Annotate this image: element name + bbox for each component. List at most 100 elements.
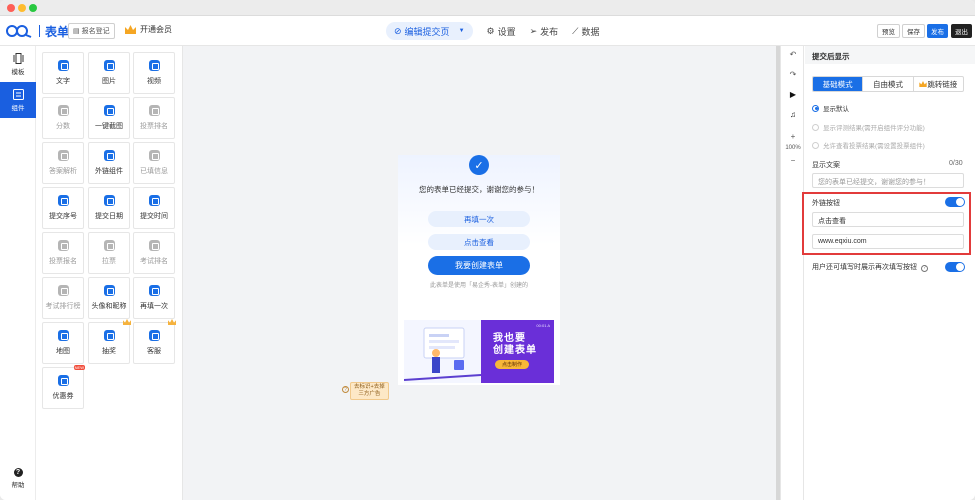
logo-icon — [6, 25, 32, 38]
radio-unchecked-icon — [812, 123, 819, 131]
component-item[interactable]: 提交时间 — [133, 187, 175, 229]
app-logo[interactable]: 表单 — [6, 23, 69, 39]
template-icon — [13, 52, 23, 64]
view-link-button[interactable]: 点击查看 — [428, 234, 530, 250]
rail-item-components-label: 组件 — [11, 104, 25, 112]
new-badge: NEW — [73, 365, 85, 370]
open-vip-button[interactable]: 开通会员 — [125, 24, 172, 35]
component-icon — [148, 195, 160, 206]
zoom-in-icon[interactable]: + — [781, 132, 805, 141]
component-icon — [103, 150, 115, 161]
clipboard-icon: ▤ — [73, 28, 80, 35]
undo-icon[interactable]: ↶ — [781, 50, 805, 59]
option-show-vote-label: 允许查看投票结果(需设置投票组件) — [823, 143, 925, 150]
remove-ads-tag[interactable]: 去标识+去掉 三方广告 — [350, 382, 389, 400]
redo-icon[interactable]: ↷ — [781, 70, 805, 79]
thanks-message: 您的表单已经提交，谢谢您的参与！ — [419, 185, 539, 194]
component-label: 拉票 — [102, 258, 116, 265]
component-item[interactable]: 投票报名 — [42, 232, 84, 274]
component-item[interactable]: 优惠券 NEW — [42, 365, 85, 409]
exit-button[interactable]: 退出 — [951, 24, 972, 38]
component-icon — [57, 285, 69, 296]
component-icon — [148, 285, 160, 296]
refill-option-label: 用户还可填写时展示再次填写按钮 ? — [812, 262, 928, 272]
option-show-score[interactable]: 显示评测结果(需开启组件评分功能) — [812, 122, 925, 132]
promo-banner-button[interactable]: 点击制作 — [495, 360, 529, 369]
component-item[interactable]: 投票排名 — [133, 97, 175, 139]
remove-ads-tag-text: 去标识+去掉 三方广告 — [354, 384, 385, 397]
music-icon[interactable]: ♫ — [781, 110, 805, 119]
promo-banner[interactable]: 00:01 A 我也要 创建表单 点击制作 — [404, 320, 554, 383]
component-label: 已填信息 — [140, 168, 168, 175]
option-show-default[interactable]: 显示默认 — [812, 103, 849, 113]
rail-item-templates[interactable]: 模板 — [0, 46, 36, 82]
create-form-button[interactable]: 我要创建表单 — [428, 256, 530, 275]
component-icon — [57, 150, 69, 161]
close-window-icon[interactable] — [7, 4, 15, 12]
tab-publish[interactable]: ➢ 发布 — [530, 22, 559, 40]
component-icon — [57, 240, 69, 251]
publish-button[interactable]: 发布 — [927, 24, 948, 38]
tab-edit-submit-page-label: 编辑提交页 — [404, 26, 450, 37]
preview-button[interactable]: 预览 — [877, 24, 900, 38]
settings-panel-title: 提交后显示 — [805, 46, 975, 64]
component-item[interactable]: 再填一次 — [133, 277, 175, 319]
component-item[interactable]: 分数 — [42, 97, 84, 139]
component-item[interactable]: 答案解析 — [42, 142, 84, 184]
components-panel: 文字 图片 视频分数 一键截图 投票排名答案解析 外链组件 已填信息提交序号 提交日期 提交时间… — [36, 46, 183, 500]
rail-item-components[interactable]: 组件 — [0, 82, 36, 118]
component-item[interactable]: 考试排行榜 — [42, 277, 84, 319]
save-button[interactable]: 保存 — [902, 24, 925, 38]
promo-banner-title-line1: 我也要 — [493, 333, 526, 344]
submit-page-preview: ✓ 您的表单已经提交，谢谢您的参与！ 再填一次 点击查看 我要创建表单 此表单是… — [398, 155, 560, 385]
component-item[interactable]: 已填信息 — [133, 142, 175, 184]
component-item[interactable]: 视频 — [133, 52, 175, 94]
component-icon — [57, 195, 69, 206]
display-text-input[interactable]: 您的表单已经提交，谢谢您的参与！ — [812, 173, 964, 188]
info-icon[interactable]: ? — [920, 265, 928, 272]
report-template-button[interactable]: ▤ 报名登记 — [68, 23, 115, 39]
component-item[interactable]: 提交日期 — [88, 187, 130, 229]
component-label: 视频 — [147, 78, 161, 85]
component-item[interactable]: 头像和昵称 — [88, 277, 130, 319]
caret-down-icon: ▼ — [458, 28, 465, 34]
component-label: 客服 — [147, 348, 161, 355]
component-item[interactable]: 图片 — [88, 52, 130, 94]
component-item[interactable]: 抽奖 — [88, 319, 131, 364]
tab-settings[interactable]: ⚙ 设置 — [487, 22, 516, 40]
component-item[interactable]: 拉票 — [88, 232, 130, 274]
tab-data[interactable]: ⟋ 数据 — [572, 22, 599, 40]
component-item[interactable]: 提交序号 — [42, 187, 84, 229]
component-item[interactable]: 地图 — [42, 322, 84, 364]
refill-option-text: 用户还可填写时展示再次填写按钮 — [812, 264, 917, 271]
tab-edit-submit-page[interactable]: ⊘ 编辑提交页 ▼ — [386, 22, 473, 40]
zoom-level: 100% — [785, 145, 801, 151]
minimize-window-icon[interactable] — [18, 4, 26, 12]
paper-plane-icon: ➢ — [529, 25, 538, 36]
vip-crown-icon — [123, 319, 131, 325]
component-label: 再填一次 — [140, 303, 168, 310]
component-item[interactable]: 外链组件 — [88, 142, 130, 184]
refill-button[interactable]: 再填一次 — [428, 211, 530, 227]
maximize-window-icon[interactable] — [29, 4, 37, 12]
question-circle-icon[interactable]: ? — [342, 386, 349, 393]
left-rail: 模板 组件 ? 帮助 — [0, 46, 36, 500]
help-button[interactable]: ? 帮助 — [0, 460, 36, 496]
mode-free[interactable]: 自由模式 — [863, 77, 914, 91]
play-icon[interactable]: ▶ — [781, 90, 805, 99]
refill-toggle[interactable] — [945, 262, 965, 272]
zoom-out-icon[interactable]: − — [781, 156, 805, 165]
mode-redirect[interactable]: 跳转链接 — [914, 77, 963, 91]
component-label: 头像和昵称 — [91, 303, 127, 310]
component-icon — [103, 105, 115, 116]
component-label: 图片 — [102, 78, 116, 85]
logo-text: 表单 — [45, 24, 70, 39]
mode-basic[interactable]: 基础模式 — [813, 77, 864, 91]
component-item[interactable]: 考试排名 — [133, 232, 175, 274]
component-item[interactable]: 客服 — [133, 319, 176, 364]
option-show-vote[interactable]: 允许查看投票结果(需设置投票组件) — [812, 140, 925, 150]
component-item[interactable]: 一键截图 — [88, 97, 130, 139]
vip-crown-icon — [125, 25, 136, 34]
component-item[interactable]: 文字 — [42, 52, 84, 94]
component-label: 投票排名 — [140, 123, 168, 130]
